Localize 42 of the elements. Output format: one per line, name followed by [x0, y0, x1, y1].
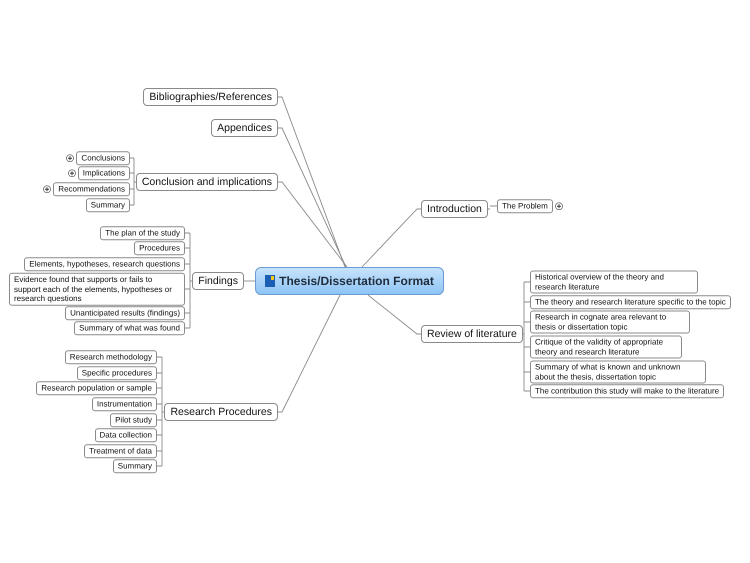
subtopic[interactable]: Research population or sample — [36, 381, 157, 395]
subtopic[interactable]: Unanticipated results (findings) — [65, 306, 185, 320]
subtopic[interactable]: Data collection — [94, 428, 157, 442]
subtopic[interactable]: Instrumentation — [92, 397, 157, 411]
subtopic[interactable]: Critique of the validity of appropriate theory and research literature — [530, 336, 682, 358]
subtopic[interactable]: Elements, hypotheses, research questions — [24, 257, 185, 271]
subtopic[interactable]: Specific procedures — [76, 366, 157, 380]
central-topic[interactable]: Thesis/Dissertation Format — [255, 267, 444, 295]
subtopic[interactable]: Summary of what was found — [74, 321, 185, 335]
main-topic[interactable]: Review of literature — [421, 325, 523, 343]
subtopic[interactable]: The Problem — [497, 199, 553, 213]
subtopic[interactable]: Research in cognate area relevant to thesis or dissertation topic — [530, 310, 690, 334]
subtopic[interactable]: Implications — [78, 166, 130, 180]
main-topic[interactable]: Bibliographies/References — [143, 88, 278, 106]
book-icon — [265, 275, 276, 287]
branch-line — [244, 280, 256, 282]
subtopic[interactable]: Recommendations — [53, 182, 130, 196]
central-topic-title: Thesis/Dissertation Format — [279, 274, 434, 288]
subtopic[interactable]: The plan of the study — [100, 226, 185, 240]
main-topic[interactable]: Introduction — [421, 200, 488, 218]
expand-icon[interactable] — [43, 185, 52, 193]
subtopic[interactable]: Treatment of data — [84, 444, 157, 458]
subtopic[interactable]: Research methodology — [64, 350, 157, 364]
subtopic[interactable]: Conclusions — [76, 151, 130, 165]
expand-icon[interactable] — [554, 202, 563, 210]
main-topic[interactable]: Findings — [192, 272, 244, 290]
subtopic[interactable]: Summary — [112, 459, 157, 473]
branch-line — [362, 208, 422, 268]
subtopic[interactable]: Evidence found that supports or fails to support each of the elements, hypotheses or research questions — [9, 272, 185, 306]
subtopic[interactable]: Summary of what is known and unknown about the thesis, dissertation topic — [530, 360, 706, 384]
branch-line — [368, 294, 422, 334]
main-topic[interactable]: Research Procedures — [164, 403, 278, 421]
expand-icon[interactable] — [66, 154, 74, 162]
subtopic[interactable]: Historical overview of the theory and research literature — [530, 270, 698, 294]
expand-icon[interactable] — [68, 169, 76, 177]
subtopic[interactable]: Procedures — [134, 241, 185, 255]
subtopic[interactable]: Summary — [86, 198, 130, 212]
subtopic[interactable]: Pilot study — [110, 413, 157, 427]
subtopic[interactable]: The theory and research literature specific to the topic — [530, 295, 731, 309]
subtopic[interactable]: The contribution this study will make to the literature — [530, 384, 724, 398]
main-topic[interactable]: Conclusion and implications — [136, 173, 278, 191]
main-topic[interactable]: Appendices — [211, 119, 278, 137]
